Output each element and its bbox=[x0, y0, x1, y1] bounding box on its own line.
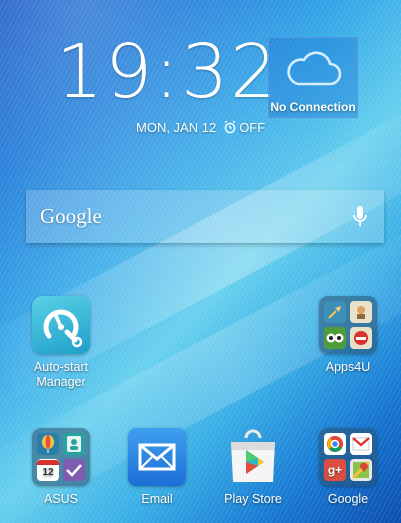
google-search-bar[interactable]: Google bbox=[26, 190, 384, 243]
app-email[interactable]: Email bbox=[117, 428, 197, 507]
alarm-clock-icon bbox=[224, 120, 236, 134]
cloud-icon bbox=[287, 51, 342, 86]
maps-icon bbox=[350, 459, 372, 481]
app-play-store[interactable]: Play Store bbox=[213, 428, 293, 507]
app-label: Google bbox=[327, 492, 369, 506]
microphone-icon[interactable] bbox=[352, 205, 368, 229]
clock-time[interactable]: 19:32 bbox=[56, 30, 277, 114]
calendar-day: 12 bbox=[42, 467, 54, 478]
alarm-status: OFF bbox=[223, 120, 265, 135]
app-asus-folder[interactable]: 12 ASUS bbox=[21, 428, 101, 507]
red-face-app-icon bbox=[350, 327, 372, 349]
google-plus-label: g+ bbox=[327, 462, 343, 477]
chrome-icon bbox=[324, 433, 346, 455]
apps4u-folder-icon bbox=[319, 296, 377, 354]
google-folder-icon: g+ bbox=[319, 428, 377, 486]
date-alarm-row[interactable]: MON, JAN 12 OFF bbox=[136, 118, 265, 136]
app-label: Auto-start Manager bbox=[33, 360, 89, 389]
speedometer-wrench-icon bbox=[32, 296, 90, 354]
app-auto-start-manager[interactable]: Auto-start Manager bbox=[21, 296, 101, 390]
weather-status: No Connection bbox=[270, 100, 356, 114]
play-store-icon bbox=[224, 428, 282, 486]
gmail-icon bbox=[350, 433, 372, 455]
asus-folder-icon: 12 bbox=[32, 428, 90, 486]
weather-widget[interactable]: No Connection bbox=[268, 37, 358, 118]
email-icon bbox=[128, 428, 186, 486]
app-label: Play Store bbox=[224, 492, 282, 506]
broom-app-icon bbox=[324, 301, 346, 323]
owl-eyes-app-icon bbox=[324, 327, 346, 349]
character-app-icon bbox=[350, 301, 372, 323]
contacts-app-icon bbox=[63, 433, 85, 455]
google-plus-icon: g+ bbox=[324, 459, 346, 481]
google-logo-text: Google bbox=[40, 204, 102, 228]
alarm-label: OFF bbox=[239, 119, 266, 135]
balloon-app-icon bbox=[37, 433, 59, 455]
app-google-folder[interactable]: g+ Google bbox=[308, 428, 388, 507]
app-label: Email bbox=[141, 492, 173, 506]
app-apps4u-folder[interactable]: Apps4U bbox=[308, 296, 388, 375]
date-label: MON, JAN 12 bbox=[136, 119, 217, 135]
checkmark-app-icon bbox=[63, 459, 85, 481]
app-label: Apps4U bbox=[325, 360, 371, 374]
calendar-app-icon: 12 bbox=[37, 459, 59, 481]
app-label: ASUS bbox=[43, 492, 79, 506]
